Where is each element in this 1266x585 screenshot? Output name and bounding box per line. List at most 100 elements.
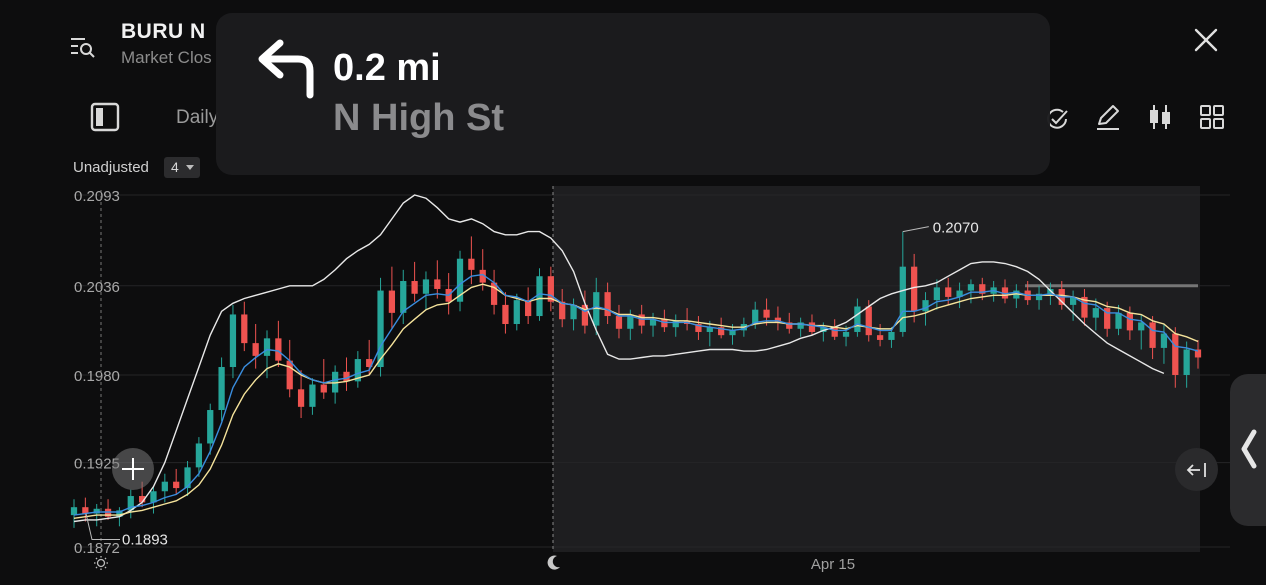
high-annotation: 0.2070 [933, 220, 979, 237]
candle-body [297, 389, 305, 407]
candle-body [842, 331, 850, 337]
candle-body [422, 279, 430, 294]
candle [422, 271, 430, 310]
y-tick-label: 0.2093 [74, 188, 120, 205]
candle-body [252, 343, 259, 356]
candle-body [513, 300, 520, 325]
moon-icon [547, 555, 560, 570]
crosshair-icon [122, 458, 144, 480]
candle-body [945, 287, 952, 297]
navigation-card[interactable]: 0.2 mi N High St [216, 13, 1050, 175]
candle [456, 250, 464, 312]
panel-toggle-icon[interactable] [90, 102, 120, 132]
candle [411, 261, 418, 302]
after-hours-region [553, 186, 1200, 552]
candle-body [876, 335, 884, 340]
candle [229, 304, 237, 379]
grid-layout-icon[interactable] [1198, 102, 1226, 132]
y-tick-label: 0.1872 [74, 540, 120, 557]
ticker-symbol: BURU N [121, 20, 206, 43]
candle [275, 320, 282, 368]
candle-body [263, 338, 271, 356]
candle-body [161, 481, 168, 492]
candle [82, 497, 89, 522]
indicator-count: 4 [171, 159, 179, 175]
candle-body [1149, 322, 1156, 348]
candle-body [922, 300, 929, 312]
candle [343, 357, 350, 391]
candle-body [241, 314, 248, 344]
collapse-button[interactable] [1175, 448, 1218, 491]
candle-body [559, 301, 566, 320]
candle-body [218, 367, 225, 411]
y-tick-label: 0.2036 [74, 279, 120, 296]
candle [502, 292, 509, 334]
candle [241, 301, 248, 352]
candle-body [865, 306, 872, 336]
candle-body [468, 258, 475, 270]
price-chart[interactable]: 0.20930.20360.19800.19250.1872 0.20700.1… [0, 180, 1266, 585]
candle-body [1183, 349, 1190, 375]
candle-body [933, 287, 940, 301]
candle-body [411, 281, 418, 294]
candle-body [434, 279, 441, 289]
adjustment-label[interactable]: Unadjusted [73, 159, 149, 176]
candle-body [661, 319, 668, 328]
candle [252, 324, 259, 369]
candle [309, 378, 316, 415]
candle-body [899, 266, 906, 332]
candle-body [286, 360, 293, 390]
candle-body [604, 292, 611, 317]
y-tick-label: 0.1980 [74, 368, 120, 385]
chevron-left-icon [1241, 429, 1257, 469]
crosshair-button[interactable] [112, 448, 154, 490]
candle-body [229, 314, 237, 368]
period-selector[interactable]: Daily [176, 107, 218, 129]
candle-body [570, 304, 577, 320]
candle-body [275, 338, 282, 361]
close-icon[interactable] [1193, 27, 1219, 53]
candle [218, 357, 225, 422]
candle [320, 359, 327, 399]
candle [127, 489, 134, 519]
candlestick-icon[interactable] [1146, 102, 1174, 132]
market-status: Market Clos [121, 48, 212, 67]
x-axis-label: Apr 15 [811, 556, 855, 573]
collapse-left-icon [1186, 463, 1206, 477]
side-panel-handle[interactable] [1230, 374, 1266, 526]
candle-body [1138, 322, 1145, 331]
candle [388, 266, 396, 329]
candle-body [388, 290, 396, 313]
candle-body [195, 443, 203, 468]
candle-body [808, 322, 816, 332]
candle-body [888, 331, 895, 340]
low-annotation: 0.1893 [122, 532, 168, 549]
candle [70, 499, 78, 528]
candle [525, 287, 532, 325]
candle [354, 351, 361, 388]
candle-body [638, 314, 645, 326]
indicator-count-dropdown[interactable]: 4 [164, 157, 200, 178]
nav-street: N High St [333, 97, 504, 139]
candle [490, 269, 498, 315]
candle-body [854, 306, 861, 332]
candle-body [400, 281, 407, 313]
candle [184, 460, 191, 497]
candle-body [309, 384, 316, 407]
candle-body [967, 284, 975, 291]
draw-pen-icon[interactable] [1094, 102, 1122, 132]
candle-body [525, 300, 532, 317]
chevron-down-icon [186, 165, 194, 170]
candle-body [911, 266, 918, 312]
list-search-icon[interactable] [70, 36, 96, 58]
candle-body [1115, 312, 1122, 329]
candle-body [615, 316, 623, 329]
candle-body [831, 327, 838, 337]
candle [104, 499, 112, 520]
candle-body [1092, 308, 1099, 318]
candle-body [502, 304, 509, 325]
candle-body [1126, 312, 1134, 331]
candle-body [763, 309, 770, 318]
candle-body [173, 481, 180, 489]
candle-body [207, 410, 214, 444]
